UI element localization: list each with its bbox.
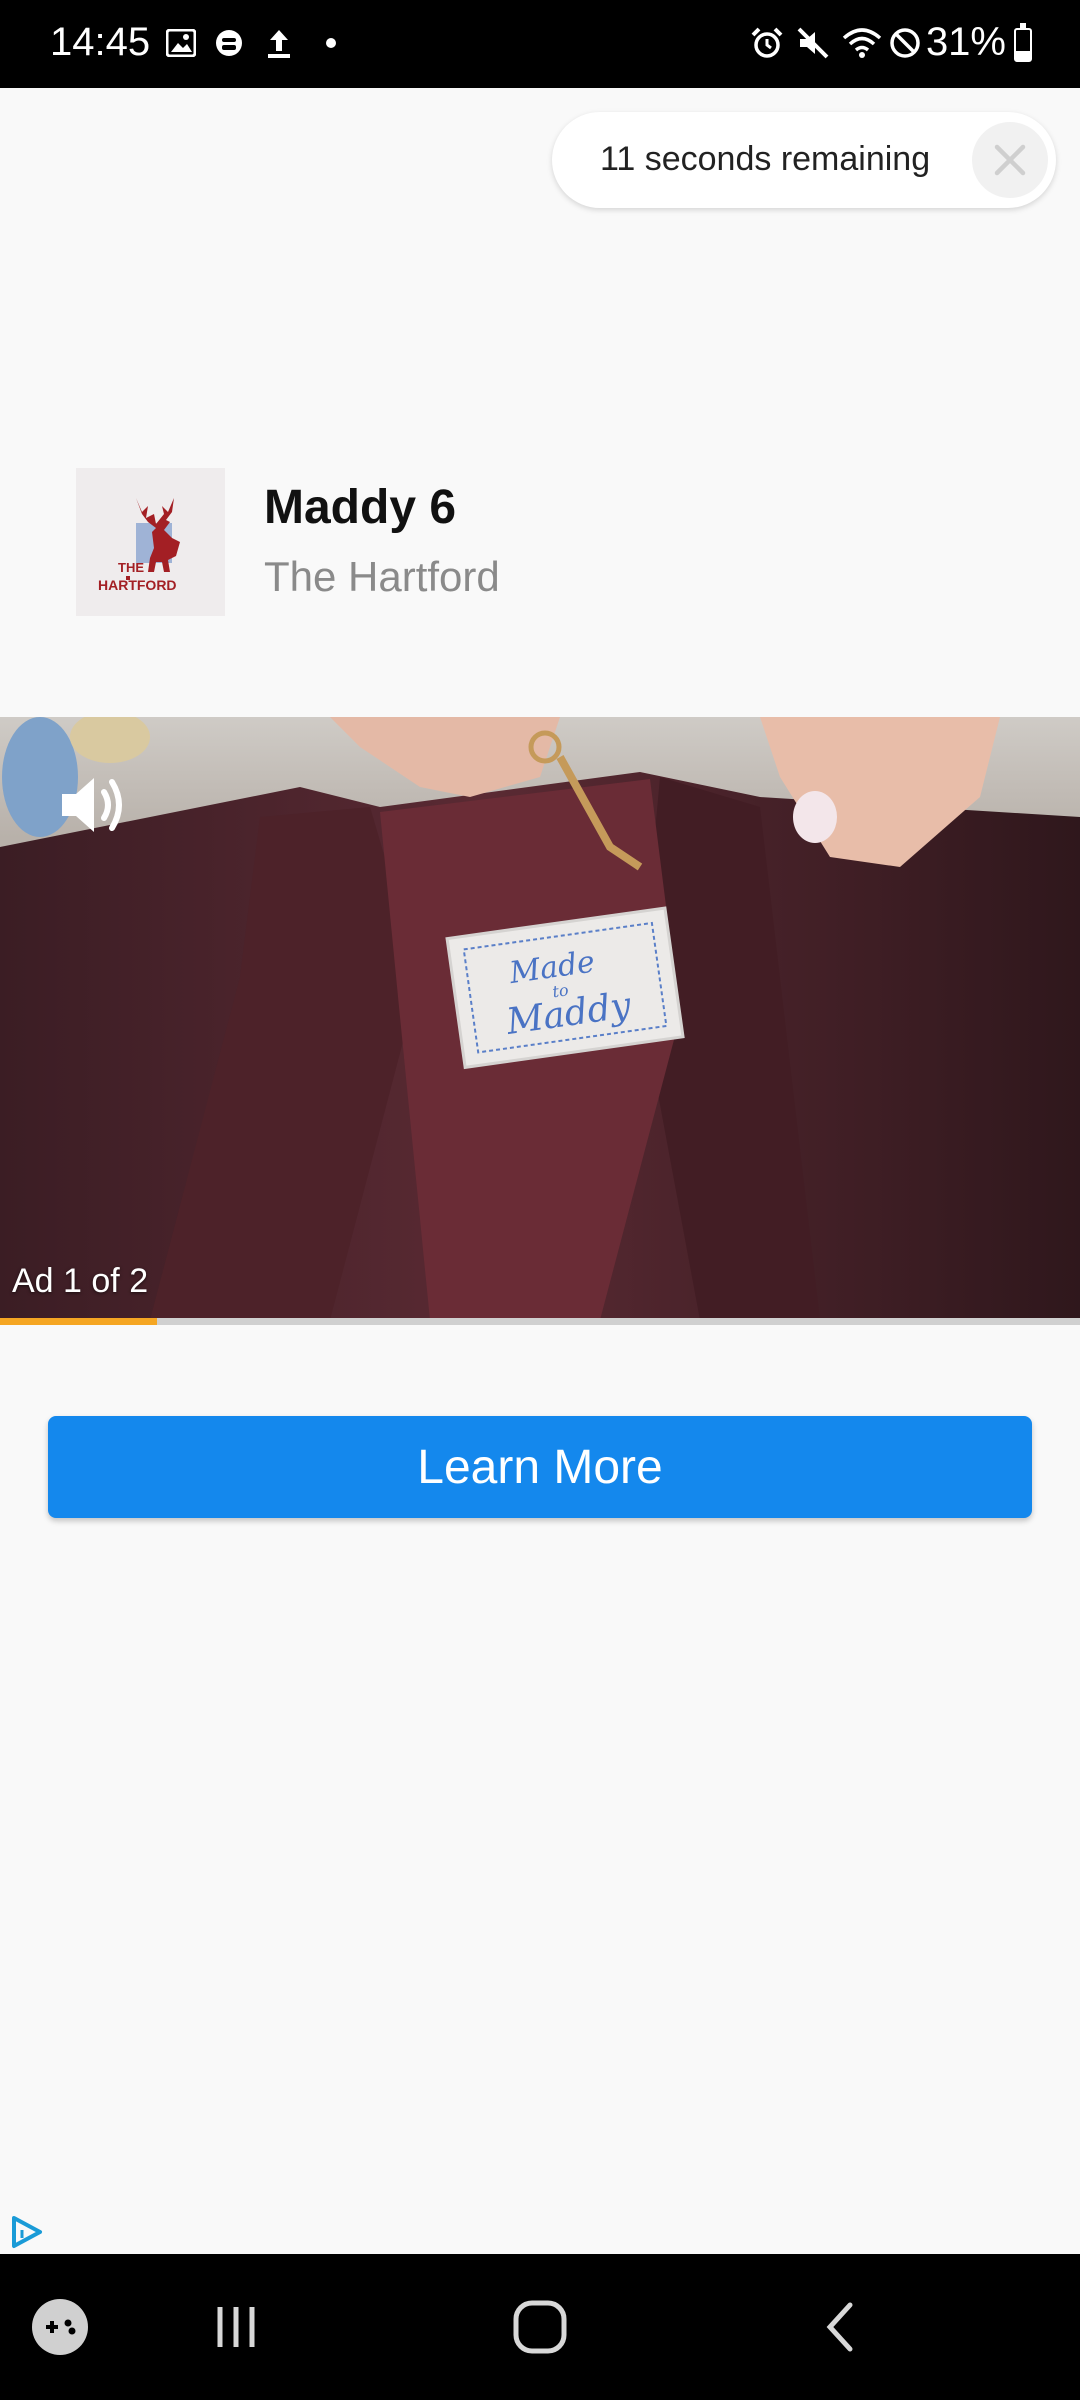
volume-icon (62, 778, 122, 832)
volume-button[interactable] (56, 772, 128, 838)
video-frame: Made to Maddy (0, 717, 1080, 1320)
upload-icon (262, 26, 296, 60)
game-launcher-icon (32, 2299, 88, 2355)
logo-text-bottom: HARTFORD (98, 577, 177, 593)
video-progress-bar (0, 1318, 1080, 1325)
ad-timer-pill: 11 seconds remaining (552, 112, 1056, 208)
status-bar: 14:45 31% (0, 0, 1080, 88)
mute-icon (796, 26, 830, 60)
video-player[interactable]: Made to Maddy (0, 717, 1080, 1320)
ad-title: Maddy 6 (264, 481, 457, 534)
dnd-icon (888, 26, 922, 60)
video-progress-fill (0, 1318, 157, 1325)
ad-counter: Ad 1 of 2 (12, 1262, 149, 1300)
wifi-icon (842, 26, 882, 60)
battery-icon (1014, 23, 1032, 62)
alarm-icon (750, 26, 784, 60)
image-icon (164, 26, 198, 60)
messenger-icon (212, 26, 246, 60)
close-icon (994, 144, 1026, 176)
home-button[interactable] (480, 2254, 600, 2400)
status-time: 14:45 (50, 20, 151, 64)
recents-button[interactable] (176, 2254, 296, 2400)
close-button[interactable] (972, 122, 1048, 198)
game-launcher-button[interactable] (0, 2254, 120, 2400)
back-icon (826, 2302, 853, 2352)
home-icon (513, 2300, 567, 2354)
navigation-bar (0, 2254, 1080, 2400)
back-button[interactable] (782, 2254, 902, 2400)
stag-icon: THE HARTFORD (98, 498, 180, 593)
logo-text-top: THE (118, 560, 144, 575)
battery-percent: 31% (925, 20, 1006, 64)
advertiser-name: The Hartford (264, 553, 500, 600)
recents-icon (217, 2307, 255, 2347)
advertiser-logo: THE HARTFORD (76, 468, 225, 616)
dot-icon (314, 26, 348, 60)
learn-more-button[interactable]: Learn More (48, 1416, 1032, 1518)
ad-timer-text: 11 seconds remaining (600, 140, 931, 178)
adchoices-icon[interactable] (6, 2212, 46, 2252)
